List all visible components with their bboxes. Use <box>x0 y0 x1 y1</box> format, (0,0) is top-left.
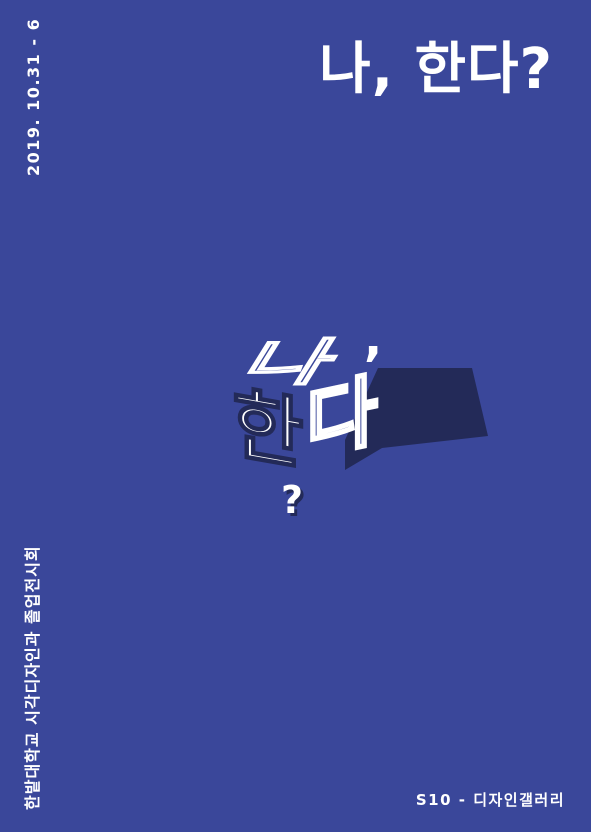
glyph-left-han: 한 <box>232 378 304 482</box>
glyph-question: ? <box>281 478 303 522</box>
cube-right-glyph: 다 <box>305 363 380 472</box>
poster: 나, 한다? 2019. 10.31 - 6 한밭대학교 시각디자인과 졸업전시… <box>0 0 591 832</box>
glyph-comma: , <box>364 311 382 367</box>
cube-logo-graphic: 나 , 한 다 ? ? <box>229 311 488 525</box>
cube-left-glyph: 한 <box>231 377 305 483</box>
glyph-right-da: 다 <box>306 365 378 471</box>
